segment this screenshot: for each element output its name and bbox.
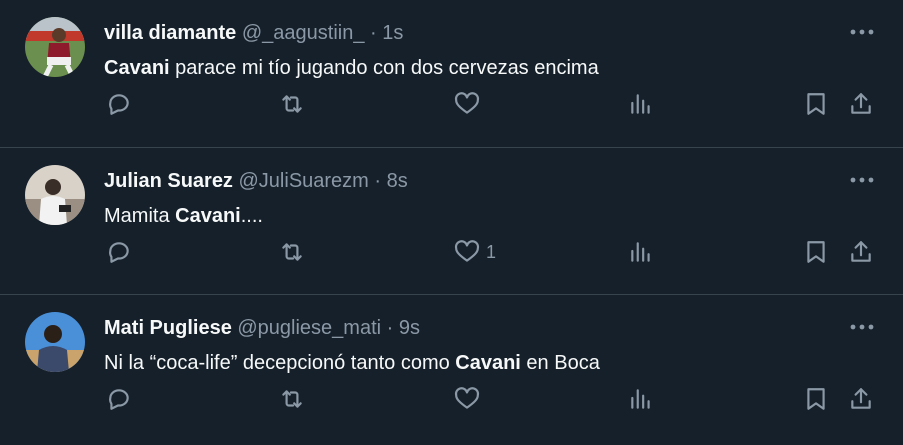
tweet-text: Ni la “coca-life” decepcionó tanto como … [104, 349, 600, 377]
reply-button[interactable] [106, 379, 132, 419]
tweet-text-part: en Boca [520, 352, 600, 374]
tweet-time[interactable]: 1s [382, 22, 403, 44]
tweet-item[interactable]: Mati Pugliese @pugliese_mati · 9s Ni la … [0, 295, 903, 445]
heart-icon [454, 386, 480, 412]
tweet-text-bold: Cavani [455, 352, 521, 374]
bookmark-icon [803, 386, 829, 412]
avatar[interactable] [25, 17, 85, 77]
reply-button[interactable] [106, 84, 132, 124]
separator-dot: · [386, 317, 394, 339]
retweet-button[interactable] [278, 379, 306, 419]
separator-dot: · [374, 170, 382, 192]
separator-dot: · [370, 22, 377, 44]
author-name[interactable]: Mati Pugliese [104, 317, 232, 339]
tweet-time[interactable]: 9s [399, 317, 420, 339]
reply-icon [106, 239, 132, 265]
author-handle[interactable]: @JuliSuarezm [239, 170, 369, 192]
avatar[interactable] [25, 312, 85, 372]
reply-icon [106, 386, 132, 412]
tweet-header: Mati Pugliese @pugliese_mati · 9s [104, 315, 420, 341]
tweet-text-part: Ni la “coca-life” decepcionó tanto como [104, 352, 456, 374]
more-horizontal-icon[interactable] [847, 317, 877, 337]
heart-icon [454, 91, 480, 117]
tweet-text: Cavani parace mi tío jugando con dos cer… [104, 54, 599, 82]
author-name[interactable]: Julian Suarez [104, 170, 233, 192]
reply-icon [106, 91, 132, 117]
share-icon [848, 91, 874, 117]
share-button[interactable] [848, 232, 874, 272]
views-button[interactable] [628, 379, 654, 419]
tweet-text-part: .... [240, 205, 263, 227]
bookmark-icon [803, 91, 829, 117]
tweet-text-part: Mamita [104, 205, 176, 227]
tweet-text-bold: Cavani [175, 205, 241, 227]
more-horizontal-icon[interactable] [847, 22, 877, 42]
retweet-icon [278, 91, 306, 117]
views-chart-icon [628, 386, 654, 412]
tweet-time[interactable]: 8s [387, 170, 408, 192]
like-button[interactable] [454, 84, 486, 124]
retweet-button[interactable] [278, 84, 306, 124]
share-icon [848, 239, 874, 265]
bookmark-button[interactable] [803, 232, 829, 272]
bookmark-button[interactable] [803, 84, 829, 124]
tweet-feed: villa diamante @_aagustiin_ · 1s Cavani … [0, 0, 903, 445]
tweet-actions [0, 379, 903, 419]
heart-icon [454, 239, 480, 265]
bookmark-icon [803, 239, 829, 265]
avatar[interactable] [25, 165, 85, 225]
bookmark-button[interactable] [803, 379, 829, 419]
more-horizontal-icon[interactable] [847, 170, 877, 190]
like-button[interactable] [454, 379, 486, 419]
tweet-header: Julian Suarez @JuliSuarezm · 8s [104, 168, 408, 194]
tweet-item[interactable]: Julian Suarez @JuliSuarezm · 8s Mamita C… [0, 148, 903, 295]
retweet-button[interactable] [278, 232, 306, 272]
share-button[interactable] [848, 379, 874, 419]
author-name[interactable]: villa diamante [104, 22, 236, 44]
views-chart-icon [628, 239, 654, 265]
share-button[interactable] [848, 84, 874, 124]
tweet-actions: 1 [0, 232, 903, 272]
author-handle[interactable]: @pugliese_mati [237, 317, 381, 339]
share-icon [848, 386, 874, 412]
tweet-item[interactable]: villa diamante @_aagustiin_ · 1s Cavani … [0, 0, 903, 148]
like-button[interactable]: 1 [454, 232, 496, 272]
views-chart-icon [628, 91, 654, 117]
views-button[interactable] [628, 84, 654, 124]
tweet-text-part: parace mi tío jugando con dos cervezas e… [169, 57, 599, 79]
tweet-actions [0, 84, 903, 124]
tweet-text-bold: Cavani [104, 57, 170, 79]
reply-button[interactable] [106, 232, 132, 272]
retweet-icon [278, 239, 306, 265]
author-handle[interactable]: @_aagustiin_ [242, 22, 365, 44]
views-button[interactable] [628, 232, 654, 272]
tweet-header: villa diamante @_aagustiin_ · 1s [104, 20, 403, 46]
retweet-icon [278, 386, 306, 412]
like-count: 1 [486, 241, 497, 262]
tweet-text: Mamita Cavani.... [104, 202, 263, 230]
